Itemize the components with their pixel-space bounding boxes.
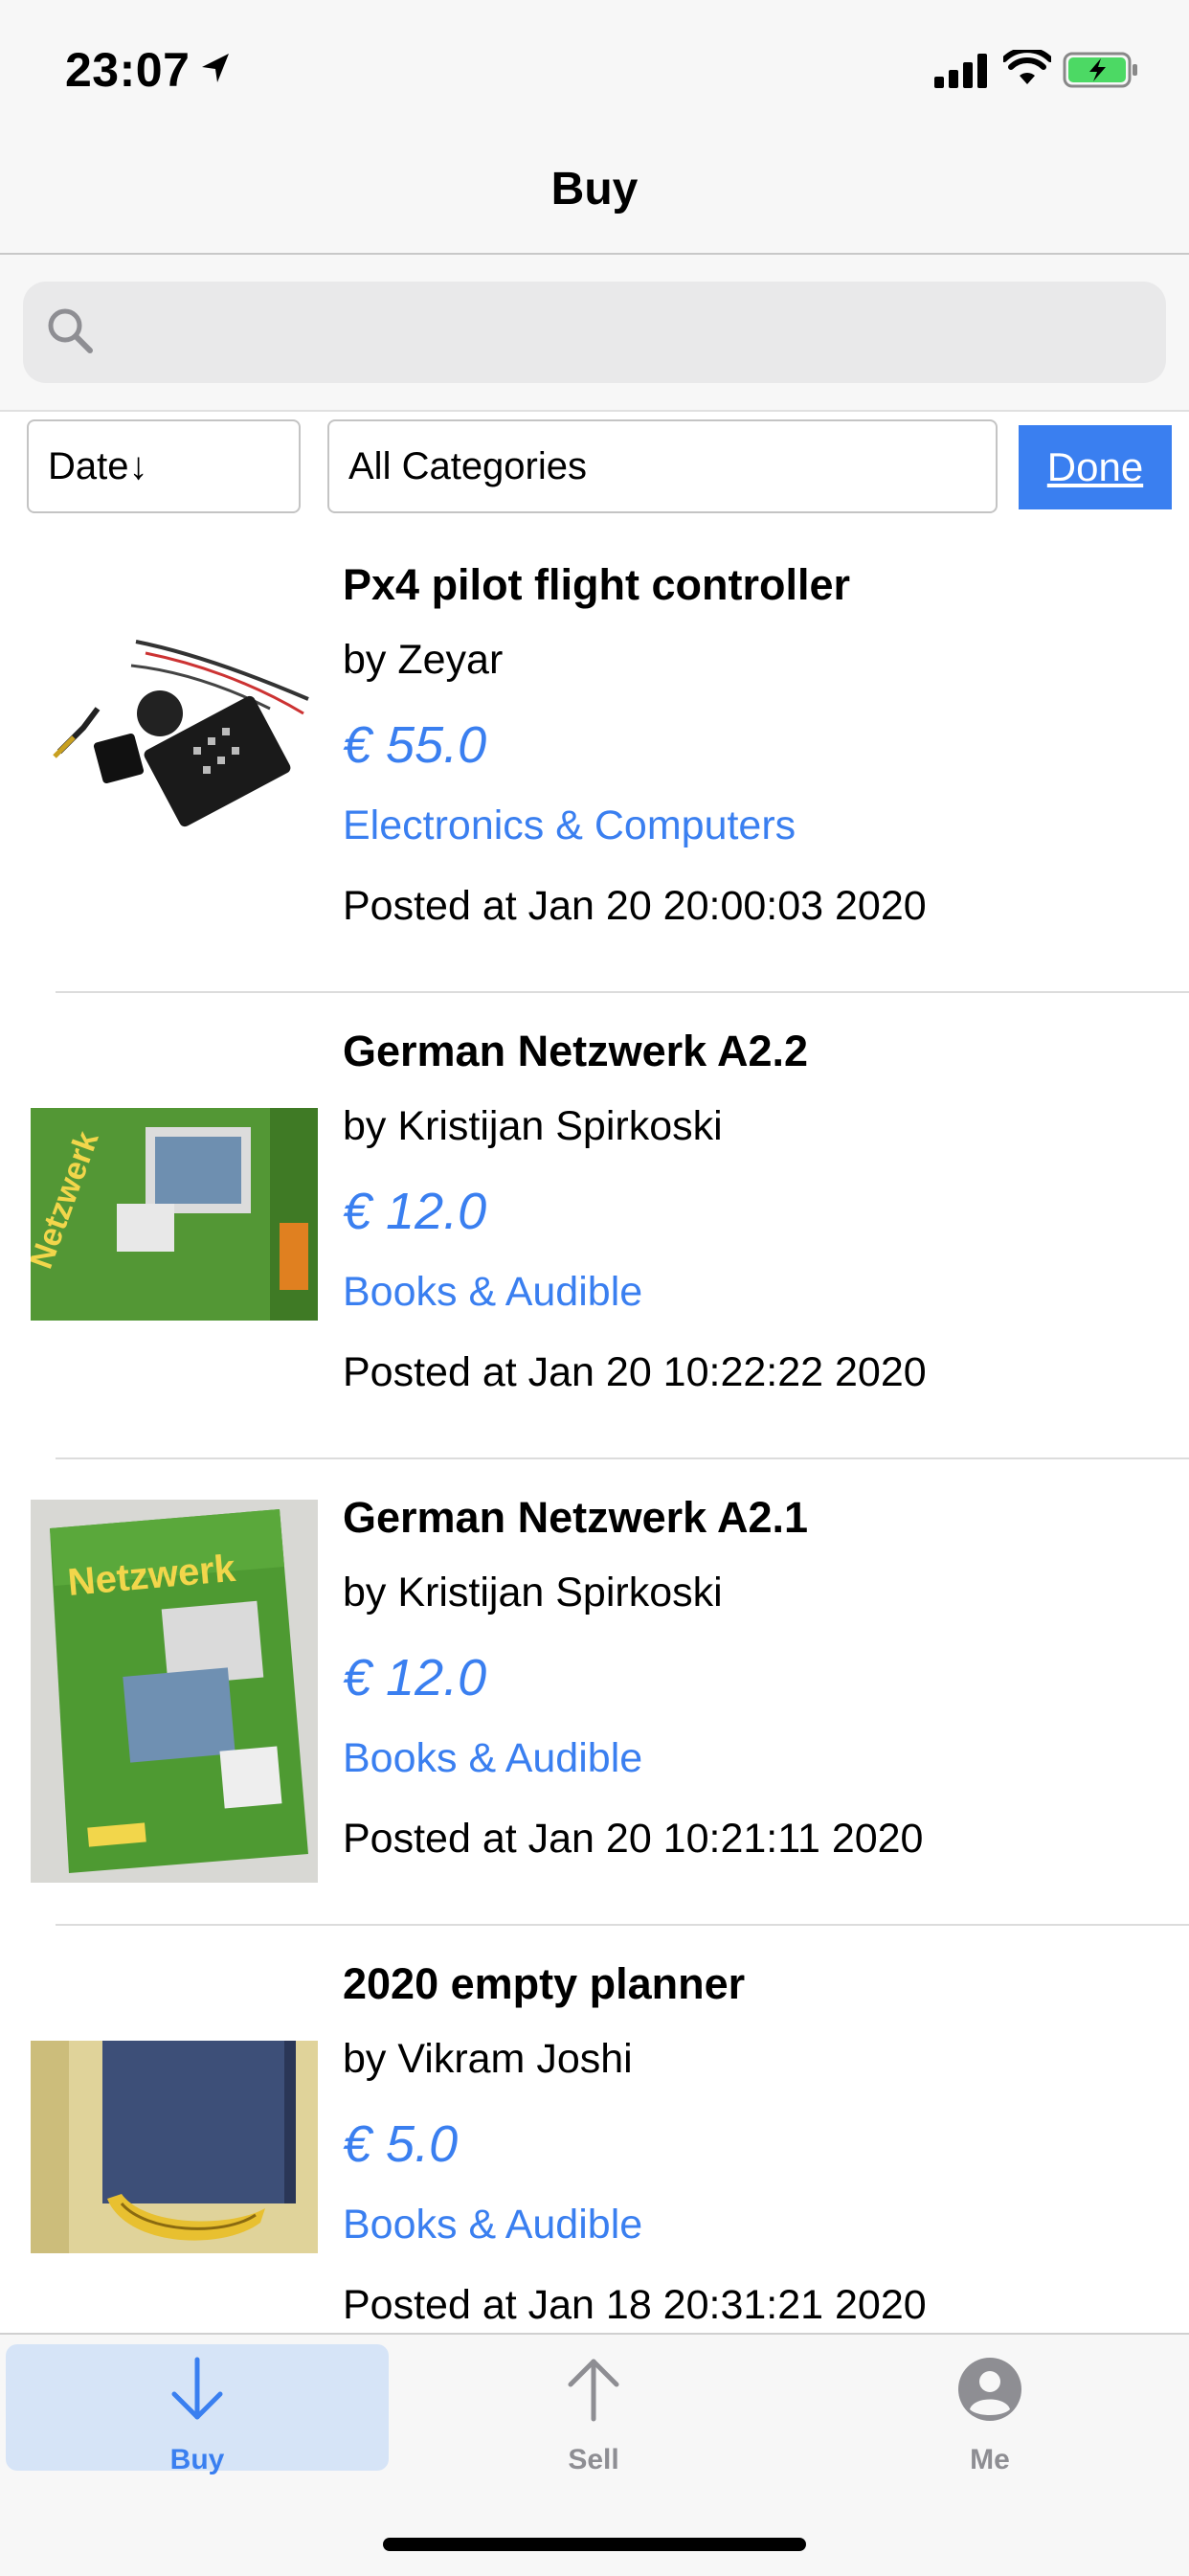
item-price: € 55.0: [343, 716, 487, 774]
item-image-book: Netzwerk: [31, 1108, 318, 1321]
category-select[interactable]: All Categories: [327, 419, 998, 513]
arrow-down-icon: [171, 2357, 223, 2420]
item-price: € 12.0: [343, 1649, 487, 1706]
search-input[interactable]: [109, 282, 1156, 385]
tab-label: Me: [970, 2444, 1010, 2475]
sort-select[interactable]: Date↓: [27, 419, 301, 513]
tab-sell[interactable]: Sell: [402, 2344, 785, 2475]
tab-me[interactable]: Me: [798, 2344, 1181, 2475]
item-seller: by Vikram Joshi: [343, 2036, 633, 2082]
home-indicator[interactable]: [383, 2538, 806, 2551]
status-time: 23:07: [65, 43, 191, 97]
page-title: Buy: [550, 164, 639, 215]
tab-label: Sell: [568, 2444, 619, 2475]
item-image-planner: [31, 2041, 318, 2253]
search-field[interactable]: [23, 282, 1166, 385]
item-posted-date: Posted at Jan 18 20:31:21 2020: [343, 2282, 927, 2328]
person-icon: [958, 2358, 1021, 2421]
item-title: 2020 empty planner: [343, 1959, 746, 2008]
cellular-signal-icon: [934, 54, 987, 88]
item-title: Px4 pilot flight controller: [343, 560, 851, 609]
filter-bar: Date↓ All Categories Done: [0, 412, 1189, 527]
item-info: 2020 empty planner by Vikram Joshi € 5.0…: [343, 1955, 1166, 2328]
list-item[interactable]: Px4 pilot flight controller by Zeyar € 5…: [0, 527, 1189, 993]
item-title: German Netzwerk A2.1: [343, 1493, 809, 1542]
item-image-book: Netzwerk: [31, 1500, 318, 1883]
item-price: € 5.0: [343, 2115, 459, 2173]
search-bar: [0, 255, 1189, 412]
item-category[interactable]: Books & Audible: [343, 1735, 1166, 1816]
done-button[interactable]: Done: [1019, 425, 1172, 509]
item-info: Px4 pilot flight controller by Zeyar € 5…: [343, 555, 1166, 929]
wifi-icon: [1003, 50, 1051, 84]
arrow-up-icon: [568, 2359, 619, 2422]
status-bar: 23:07: [0, 0, 1189, 144]
item-price: € 12.0: [343, 1183, 487, 1240]
item-image-flight-controller: [31, 594, 318, 843]
item-seller: by Zeyar: [343, 637, 504, 683]
location-arrow-icon: [202, 54, 229, 82]
item-info: German Netzwerk A2.2 by Kristijan Spirko…: [343, 1022, 1166, 1395]
item-category[interactable]: Books & Audible: [343, 2202, 1166, 2282]
item-seller: by Kristijan Spirkoski: [343, 1103, 723, 1149]
tab-label: Buy: [169, 2444, 225, 2475]
list-item[interactable]: Netzwerk German Netzwerk A2.1 by Kristij…: [0, 1459, 1189, 1926]
item-posted-date: Posted at Jan 20 20:00:03 2020: [343, 883, 927, 929]
item-seller: by Kristijan Spirkoski: [343, 1570, 723, 1616]
product-list: Px4 pilot flight controller by Zeyar € 5…: [0, 527, 1189, 2333]
tab-buy[interactable]: Buy: [6, 2344, 389, 2475]
item-title: German Netzwerk A2.2: [343, 1027, 809, 1075]
navigation-bar: Buy: [0, 144, 1189, 255]
list-item[interactable]: 2020 empty planner by Vikram Joshi € 5.0…: [0, 1926, 1189, 2333]
item-category[interactable]: Books & Audible: [343, 1269, 1166, 1349]
item-category[interactable]: Electronics & Computers: [343, 802, 1166, 883]
item-info: German Netzwerk A2.1 by Kristijan Spirko…: [343, 1488, 1166, 1862]
item-posted-date: Posted at Jan 20 10:22:22 2020: [343, 1349, 927, 1395]
search-icon: [48, 308, 93, 353]
item-posted-date: Posted at Jan 20 10:21:11 2020: [343, 1816, 924, 1862]
list-item[interactable]: Netzwerk German Netzwerk A2.2 by Kristij…: [0, 993, 1189, 1459]
battery-charging-icon: [1063, 52, 1137, 88]
